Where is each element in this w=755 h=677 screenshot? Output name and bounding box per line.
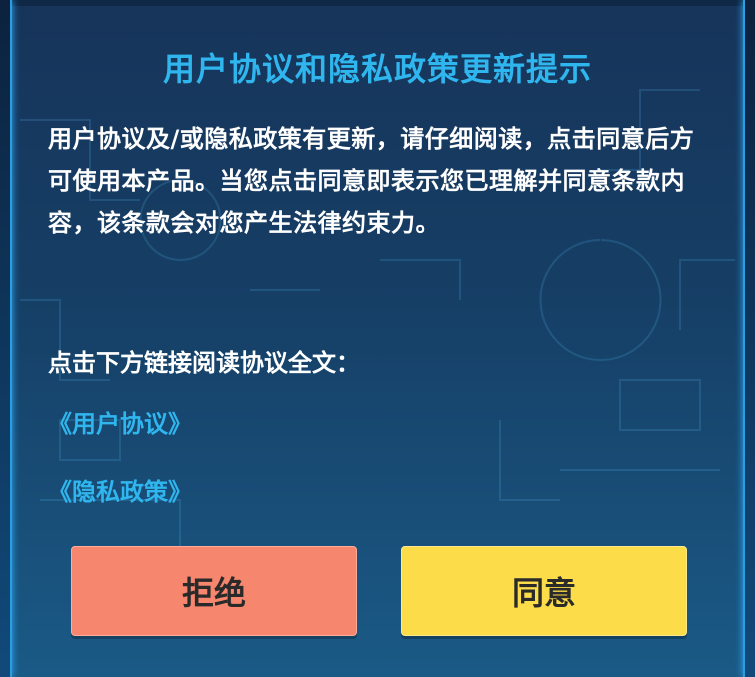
dialog-title: 用户协议和隐私政策更新提示 — [162, 50, 592, 88]
agree-button-label: 同意 — [511, 574, 576, 612]
user-agreement-link[interactable]: 《用户协议》 — [48, 404, 192, 439]
dialog-body-text: 用户协议及/或隐私政策有更新，请仔细阅读，点击同意后方可使用本产品。当您点击同意… — [48, 125, 695, 237]
frame-right-border — [743, 0, 755, 677]
agreement-update-dialog: 用户协议和隐私政策更新提示 用户协议及/或隐私政策有更新，请仔细阅读，点击同意后… — [0, 0, 755, 677]
agree-button[interactable]: 同意 — [401, 546, 687, 636]
reject-button[interactable]: 拒绝 — [71, 546, 357, 636]
frame-left-border — [0, 0, 12, 677]
links-prompt: 点击下方链接阅读协议全文： — [48, 349, 360, 377]
frame-top-bar — [10, 0, 745, 6]
reject-button-label: 拒绝 — [181, 574, 246, 612]
privacy-policy-link[interactable]: 《隐私政策》 — [48, 472, 192, 507]
